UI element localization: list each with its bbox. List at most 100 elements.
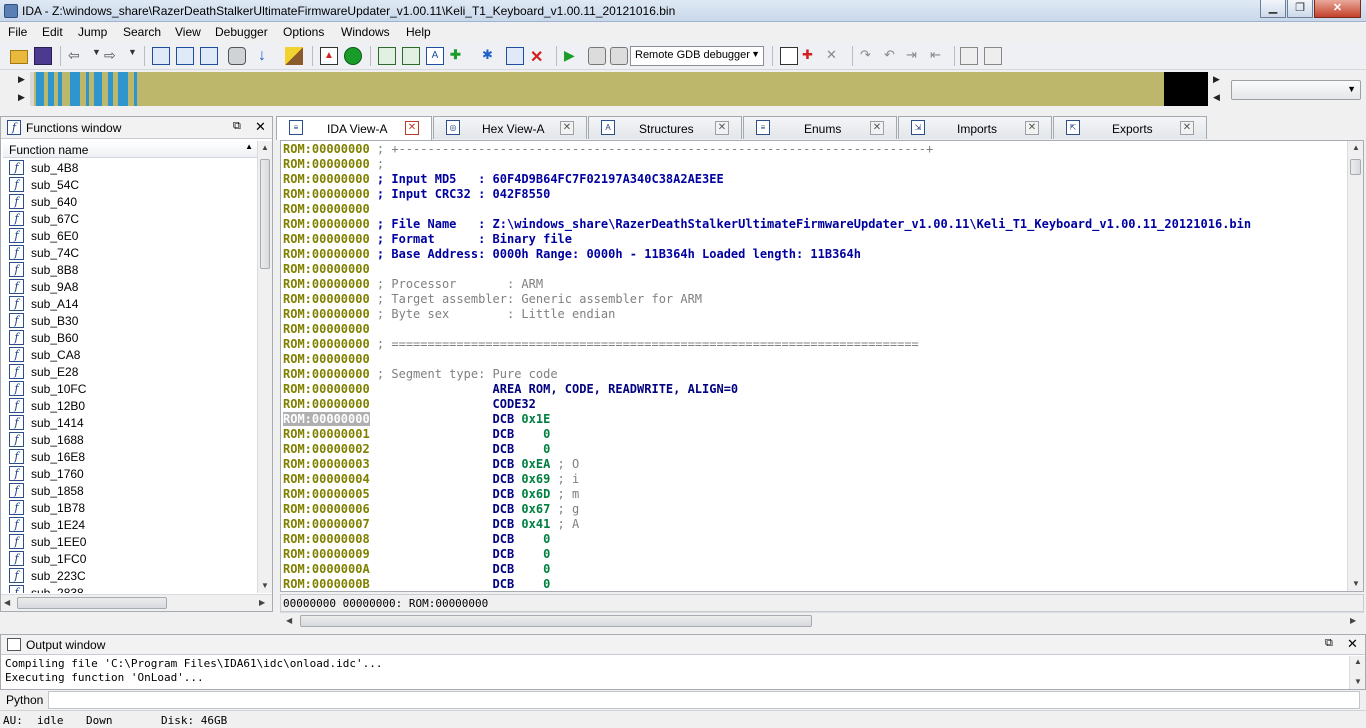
- step-out-icon[interactable]: ⇤: [930, 47, 948, 65]
- scroll-thumb[interactable]: [1350, 159, 1361, 175]
- scroll-thumb[interactable]: [260, 159, 270, 269]
- scroll-up-icon[interactable]: ▲: [261, 143, 269, 152]
- navigator-combo[interactable]: ▼: [1231, 80, 1361, 100]
- close-button[interactable]: ✕: [1314, 0, 1361, 18]
- function-list-item[interactable]: f sub_10FC: [3, 380, 257, 397]
- disassembly-line[interactable]: ROM:00000000 DCB 0x1E: [283, 412, 1347, 427]
- add-segment-icon[interactable]: ✚: [450, 47, 468, 65]
- add-breakpoint-icon[interactable]: ✚: [802, 47, 820, 65]
- close-icon[interactable]: ✕: [255, 119, 266, 135]
- ascii-string-icon[interactable]: A: [426, 47, 444, 65]
- nav-left-arrow-icon[interactable]: ▶: [18, 74, 25, 85]
- scroll-up-icon[interactable]: ▲: [1354, 657, 1362, 666]
- function-list-item[interactable]: f sub_1858: [3, 482, 257, 499]
- function-list-item[interactable]: f sub_6E0: [3, 227, 257, 244]
- cli-language-button[interactable]: Python: [6, 693, 43, 707]
- function-list-item[interactable]: f sub_54C: [3, 176, 257, 193]
- function-list-item[interactable]: f sub_1B78: [3, 499, 257, 516]
- function-list-item[interactable]: f sub_4B8: [3, 159, 257, 176]
- close-tab-icon[interactable]: ✕: [870, 121, 884, 135]
- function-list-item[interactable]: f sub_A14: [3, 295, 257, 312]
- tab-exports[interactable]: ⇱ Exports ✕: [1053, 116, 1207, 139]
- close-tab-icon[interactable]: ✕: [1180, 121, 1194, 135]
- menu-file[interactable]: File: [8, 25, 27, 39]
- pencil-icon[interactable]: [285, 47, 303, 65]
- float-window-icon[interactable]: ⧉: [233, 120, 241, 133]
- disassembly-line[interactable]: ROM:00000000 ; Format : Binary file: [283, 232, 1347, 247]
- disassembly-line[interactable]: ROM:00000005 DCB 0x6D ; m: [283, 487, 1347, 502]
- function-list-item[interactable]: f sub_1414: [3, 414, 257, 431]
- search-sequence-icon[interactable]: [176, 47, 194, 65]
- scroll-down-icon[interactable]: ▼: [261, 581, 269, 590]
- rename-icon[interactable]: [506, 47, 524, 65]
- function-list-item[interactable]: f sub_2838: [3, 584, 257, 593]
- disassembly-vertical-scrollbar[interactable]: ▲ ▼: [1347, 141, 1363, 591]
- nav-scroll-right-icon[interactable]: ▶: [1213, 74, 1220, 85]
- pause-icon[interactable]: [588, 47, 606, 65]
- close-icon[interactable]: ✕: [1347, 636, 1358, 652]
- function-list-item[interactable]: f sub_9A8: [3, 278, 257, 295]
- disassembly-line[interactable]: ROM:00000007 DCB 0x41 ; A: [283, 517, 1347, 532]
- close-tab-icon[interactable]: ✕: [1025, 121, 1039, 135]
- disassembly-line[interactable]: ROM:00000000 CODE32: [283, 397, 1347, 412]
- disassembly-line[interactable]: ROM:00000000: [283, 202, 1347, 217]
- debugger-select[interactable]: Remote GDB debugger ▼: [630, 46, 764, 66]
- scroll-thumb[interactable]: [17, 597, 167, 609]
- window-layout-icon[interactable]: [960, 47, 978, 65]
- search-immediate-icon[interactable]: [200, 47, 218, 65]
- disassembly-line[interactable]: ROM:0000000B DCB 0: [283, 577, 1347, 591]
- scroll-down-icon[interactable]: ▼: [1354, 677, 1362, 686]
- float-window-icon[interactable]: ⧉: [1325, 637, 1333, 650]
- edit-function-icon[interactable]: [402, 47, 420, 65]
- ida-view-disassembly[interactable]: ROM:00000000 ; +------------------------…: [280, 140, 1364, 592]
- functions-vertical-scrollbar[interactable]: ▲ ▼: [257, 141, 272, 593]
- disassembly-line[interactable]: ROM:00000001 DCB 0: [283, 427, 1347, 442]
- function-list-item[interactable]: f sub_16E8: [3, 448, 257, 465]
- scroll-down-icon[interactable]: ▼: [1352, 579, 1360, 588]
- step-over-icon[interactable]: ↶: [884, 47, 902, 65]
- disassembly-line[interactable]: ROM:00000000 ; Target assembler: Generic…: [283, 292, 1347, 307]
- back-arrow-icon[interactable]: ⇦: [68, 47, 86, 65]
- tab-hex-view-a[interactable]: ◎ Hex View-A ✕: [433, 116, 587, 139]
- scroll-left-icon[interactable]: ◀: [4, 598, 10, 607]
- tab-imports[interactable]: ⇲ Imports ✕: [898, 116, 1052, 139]
- tab-enums[interactable]: ≡ Enums ✕: [743, 116, 897, 139]
- close-tab-icon[interactable]: ✕: [405, 121, 419, 135]
- binoculars-icon[interactable]: [228, 47, 246, 65]
- jump-down-icon[interactable]: ↓: [258, 47, 276, 65]
- save-icon[interactable]: [34, 47, 52, 65]
- disassembly-line[interactable]: ROM:00000000 ; =========================…: [283, 337, 1347, 352]
- function-list-item[interactable]: f sub_8B8: [3, 261, 257, 278]
- create-function-icon[interactable]: [378, 47, 396, 65]
- menu-jump[interactable]: Jump: [78, 25, 107, 39]
- nav-right-arrow-icon[interactable]: ▶: [18, 92, 25, 103]
- disassembly-line[interactable]: ROM:00000000 ; Input MD5 : 60F4D9B64FC7F…: [283, 172, 1347, 187]
- command-input[interactable]: [48, 691, 1360, 709]
- disassembly-line[interactable]: ROM:00000000: [283, 322, 1347, 337]
- scroll-thumb[interactable]: [300, 615, 812, 627]
- search-text-icon[interactable]: [152, 47, 170, 65]
- scroll-right-icon[interactable]: ▶: [259, 598, 265, 607]
- disassembly-line[interactable]: ROM:00000000 ; Processor : ARM: [283, 277, 1347, 292]
- disassembly-line[interactable]: ROM:00000000 ; Byte sex : Little endian: [283, 307, 1347, 322]
- function-list-item[interactable]: f sub_67C: [3, 210, 257, 227]
- function-list-item[interactable]: f sub_1FC0: [3, 550, 257, 567]
- disassembly-line[interactable]: ROM:00000008 DCB 0: [283, 532, 1347, 547]
- function-list-item[interactable]: f sub_E28: [3, 363, 257, 380]
- maximize-button[interactable]: ❐: [1287, 0, 1313, 18]
- disassembly-line[interactable]: ROM:0000000A DCB 0: [283, 562, 1347, 577]
- function-list-item[interactable]: f sub_74C: [3, 244, 257, 261]
- navigator-strip[interactable]: [30, 72, 1208, 106]
- close-tab-icon[interactable]: ✕: [715, 121, 729, 135]
- disassembly-line[interactable]: ROM:00000002 DCB 0: [283, 442, 1347, 457]
- forward-arrow-icon[interactable]: ⇨: [104, 47, 122, 65]
- disassembly-line[interactable]: ROM:00000000 ; +------------------------…: [283, 142, 1347, 157]
- menu-search[interactable]: Search: [123, 25, 161, 39]
- output-vertical-scrollbar[interactable]: ▲ ▼: [1349, 656, 1365, 689]
- tab-ida-view-a[interactable]: ≡ IDA View-A ✕: [276, 116, 432, 140]
- graph-icon[interactable]: ▲: [320, 47, 338, 65]
- disassembly-line[interactable]: ROM:00000000: [283, 262, 1347, 277]
- menu-options[interactable]: Options: [283, 25, 324, 39]
- menu-edit[interactable]: Edit: [42, 25, 63, 39]
- output-log[interactable]: Compiling file 'C:\Program Files\IDA61\i…: [5, 657, 383, 685]
